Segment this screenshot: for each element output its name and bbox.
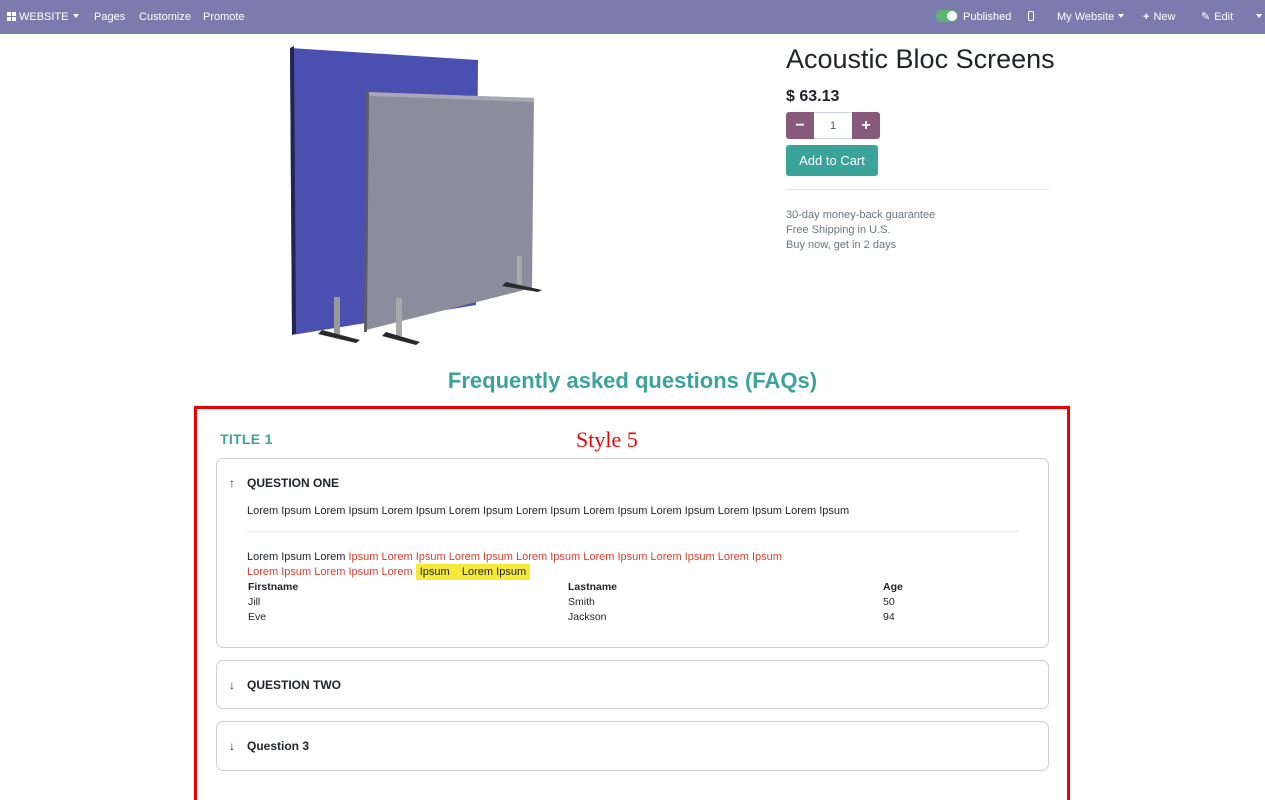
table-header-age: Age (883, 581, 903, 593)
arrow-down-icon: ↓ (229, 739, 235, 753)
table-cell: Eve (248, 611, 267, 623)
guarantee-free-shipping: Free Shipping in U.S. (786, 224, 891, 236)
top-navbar: WEBSITE Pages Customize Promote Publishe… (0, 0, 1265, 34)
table-header-firstname: Firstname (248, 581, 299, 593)
chevron-down-icon (1118, 14, 1125, 18)
faq-question-3-header[interactable]: ↓ Question 3 (229, 739, 309, 753)
product-image (290, 46, 542, 345)
faq-item-question-one: ↑ QUESTION ONE Lorem Ipsum Lorem Ipsum Lo… (216, 458, 1049, 648)
mobile-preview-button[interactable] (1028, 0, 1034, 34)
product-divider (786, 189, 1049, 190)
promote-menu[interactable]: Promote (203, 0, 245, 34)
faq-section-title: TITLE 1 (220, 431, 273, 447)
faq-question-label: Question 3 (247, 739, 310, 753)
increase-quantity-button[interactable]: + (852, 112, 880, 139)
guarantee-money-back: 30-day money-back guarantee (786, 209, 936, 221)
table-cell: Smith (568, 596, 595, 608)
faq-heading: Frequently asked questions (FAQs) (447, 368, 818, 393)
arrow-up-icon: ↑ (229, 476, 235, 490)
arrow-down-icon: ↓ (229, 678, 235, 692)
edit-dropdown-toggle[interactable] (1252, 0, 1262, 34)
decrease-quantity-button[interactable]: − (786, 112, 814, 139)
mobile-phone-icon (1028, 11, 1034, 21)
chevron-down-icon (72, 14, 79, 18)
edit-label: Edit (1214, 11, 1234, 23)
style-label: Style 5 (576, 427, 638, 452)
table-cell: Jackson (568, 611, 607, 623)
product-price: $ 63.13 (786, 88, 840, 105)
answer-red-text: Lorem Ipsum Lorem Ipsum Lorem (247, 566, 416, 578)
new-button[interactable]: + New (1143, 0, 1175, 34)
add-to-cart-button[interactable]: Add to Cart (786, 145, 878, 176)
answer-red-text: Ipsum Lorem Ipsum Lorem Ipsum Lorem Ipsu… (348, 551, 782, 563)
answer-divider (247, 531, 1019, 532)
faq-item-question-two[interactable]: ↓ QUESTION TWO (216, 660, 1049, 709)
answer-highlighted-text: Ipsum Lorem Ipsum (415, 564, 531, 580)
website-menu-label: WEBSITE (19, 11, 69, 23)
faq-answer-line: Lorem Ipsum Lorem Ipsum Lorem Ipsum Lore… (247, 564, 531, 580)
pages-menu[interactable]: Pages (94, 0, 125, 34)
faq-question-one-header[interactable]: ↑ QUESTION ONE (229, 476, 339, 490)
quantity-stepper: − + (786, 112, 880, 139)
table-header-lastname: Lastname (568, 581, 618, 593)
my-website-label: My Website (1057, 11, 1115, 23)
new-label: New (1153, 11, 1176, 23)
faq-question-two-header[interactable]: ↓ QUESTION TWO (229, 678, 341, 692)
faq-answer-text: Lorem Ipsum Lorem Ipsum Lorem Ipsum Lore… (247, 505, 850, 517)
minus-icon: − (795, 117, 805, 134)
chevron-down-icon (1256, 14, 1262, 18)
table-cell: 94 (883, 611, 895, 623)
answer-plain-text: Lorem Ipsum Lorem (247, 551, 349, 563)
customize-menu[interactable]: Customize (139, 0, 191, 34)
plus-icon: + (861, 117, 871, 134)
faq-item-question-3[interactable]: ↓ Question 3 (216, 721, 1049, 771)
published-label: Published (963, 11, 1012, 23)
guarantee-fast-delivery: Buy now, get in 2 days (786, 239, 897, 251)
published-toggle[interactable]: Published (936, 0, 1011, 34)
table-cell: Jill (248, 596, 261, 608)
table-cell: 50 (883, 596, 895, 608)
pencil-icon: ✎ (1201, 11, 1211, 23)
quantity-input[interactable] (814, 112, 852, 139)
apps-grid-icon (7, 12, 16, 21)
faq-answer-line: Lorem Ipsum Lorem Ipsum Lorem Ipsum Lore… (247, 551, 782, 563)
website-menu[interactable]: WEBSITE (7, 0, 79, 34)
faq-question-label: QUESTION ONE (247, 476, 340, 490)
edit-button[interactable]: ✎ Edit (1201, 0, 1233, 34)
product-title: Acoustic Bloc Screens (786, 44, 1055, 74)
faq-question-label: QUESTION TWO (247, 678, 341, 692)
my-website-menu[interactable]: My Website (1057, 0, 1125, 34)
toggle-switch-icon (936, 10, 958, 22)
plus-icon: + (1143, 11, 1150, 23)
